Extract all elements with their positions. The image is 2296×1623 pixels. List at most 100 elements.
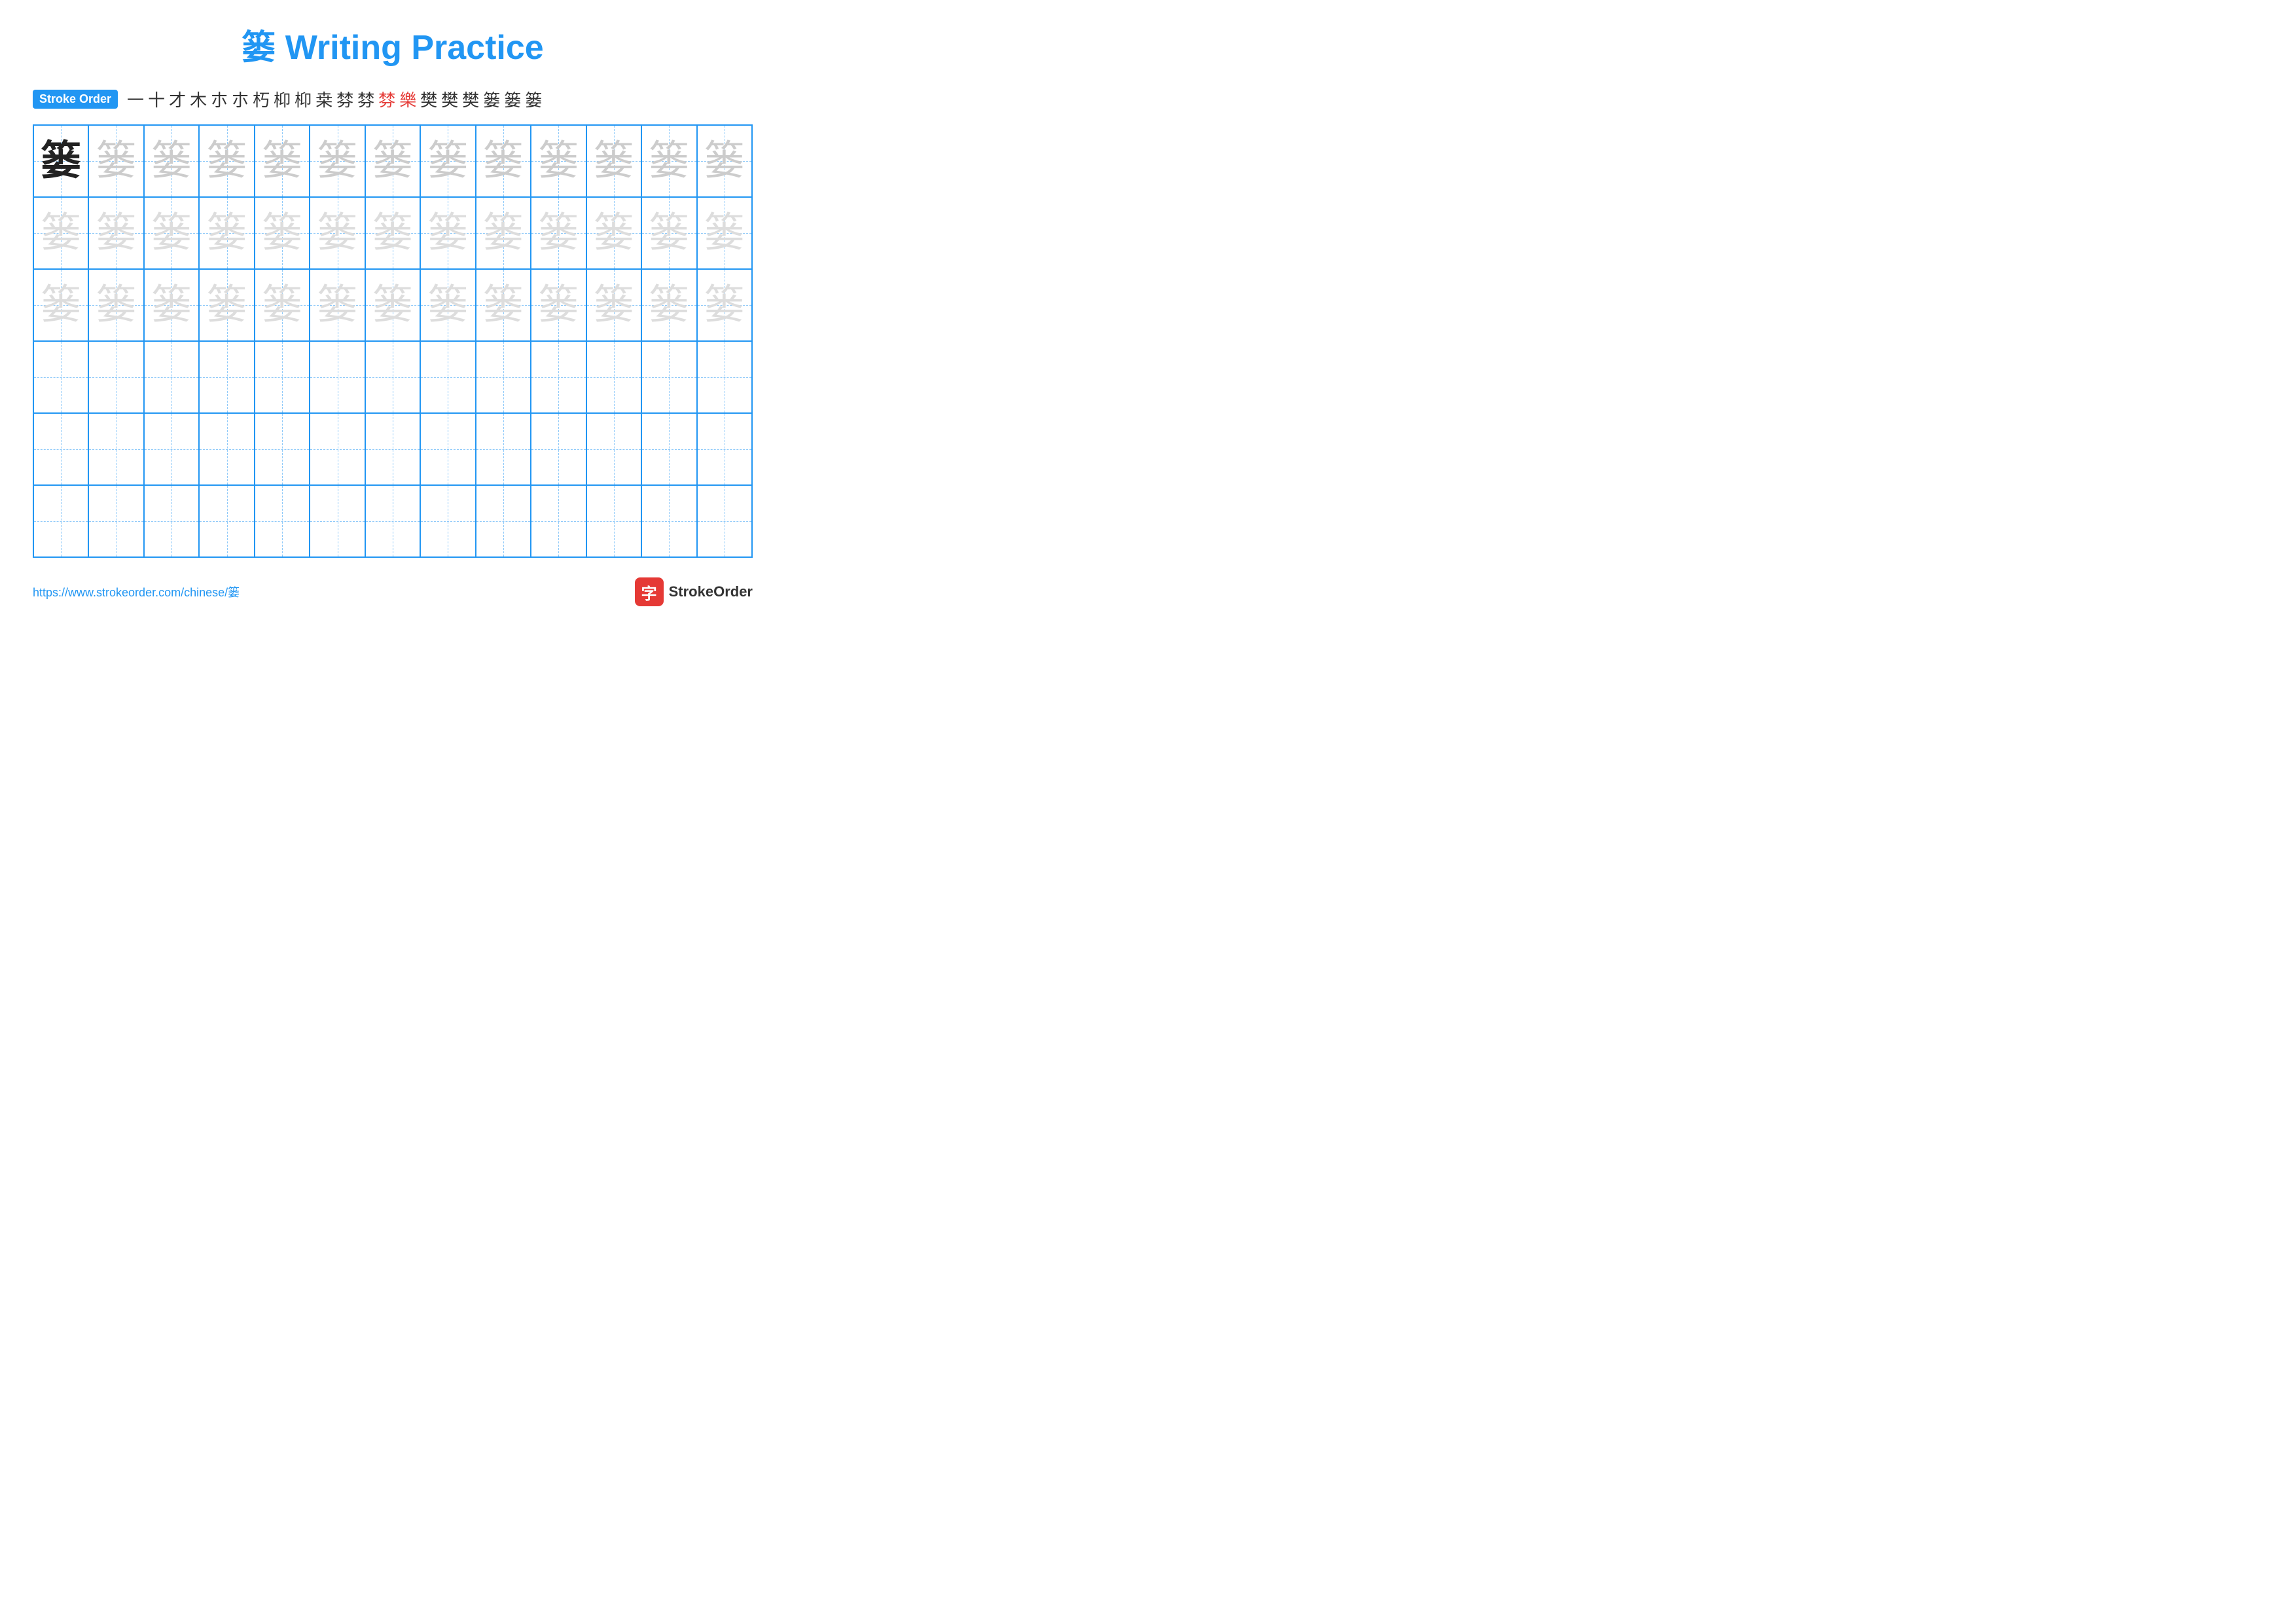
grid-cell-r5-c3[interactable] bbox=[144, 413, 199, 485]
grid-cell-r1-c11[interactable]: 篓 bbox=[586, 125, 641, 197]
practice-char-guide: 篓 bbox=[96, 141, 137, 181]
footer-url[interactable]: https://www.strokeorder.com/chinese/篓 bbox=[33, 583, 240, 600]
stroke-17: 樊 bbox=[462, 87, 479, 111]
grid-cell-r1-c3[interactable]: 篓 bbox=[144, 125, 199, 197]
grid-cell-r4-c9[interactable] bbox=[476, 341, 531, 413]
grid-cell-r2-c12[interactable]: 篓 bbox=[641, 197, 696, 269]
practice-grid: 篓 篓 篓 篓 篓 篓 篓 篓 篓 篓 篓 篓 篓 篓 篓 篓 篓 篓 篓 篓 … bbox=[33, 124, 753, 558]
stroke-16: 樊 bbox=[441, 87, 458, 111]
stroke-6: 朩 bbox=[232, 87, 249, 111]
stroke-15: 樊 bbox=[420, 87, 437, 111]
grid-cell-r6-c10[interactable] bbox=[531, 485, 586, 557]
grid-cell-r1-c12[interactable]: 篓 bbox=[641, 125, 696, 197]
stroke-2: 十 bbox=[148, 87, 165, 111]
grid-cell-r3-c4[interactable]: 篓 bbox=[199, 269, 254, 341]
grid-cell-r4-c5[interactable] bbox=[255, 341, 310, 413]
grid-cell-r5-c12[interactable] bbox=[641, 413, 696, 485]
logo-char: 字 bbox=[641, 581, 657, 604]
title-section: 篓 Writing Practice bbox=[33, 20, 753, 69]
stroke-19: 篓 bbox=[504, 87, 521, 111]
grid-cell-r2-c7[interactable]: 篓 bbox=[365, 197, 420, 269]
strokeorder-logo-icon: 字 bbox=[635, 577, 664, 606]
grid-cell-r4-c10[interactable] bbox=[531, 341, 586, 413]
grid-cell-r2-c10[interactable]: 篓 bbox=[531, 197, 586, 269]
grid-cell-r3-c1[interactable]: 篓 bbox=[33, 269, 88, 341]
grid-cell-r6-c2[interactable] bbox=[88, 485, 143, 557]
grid-cell-r4-c6[interactable] bbox=[310, 341, 365, 413]
grid-cell-r2-c1[interactable]: 篓 bbox=[33, 197, 88, 269]
stroke-8: 枊 bbox=[274, 87, 291, 111]
grid-cell-r3-c7[interactable]: 篓 bbox=[365, 269, 420, 341]
grid-cell-r5-c4[interactable] bbox=[199, 413, 254, 485]
grid-cell-r6-c6[interactable] bbox=[310, 485, 365, 557]
grid-cell-r6-c5[interactable] bbox=[255, 485, 310, 557]
grid-cell-r3-c9[interactable]: 篓 bbox=[476, 269, 531, 341]
grid-cell-r3-c10[interactable]: 篓 bbox=[531, 269, 586, 341]
grid-cell-r6-c12[interactable] bbox=[641, 485, 696, 557]
grid-cell-r3-c13[interactable]: 篓 bbox=[697, 269, 752, 341]
grid-cell-r3-c8[interactable]: 篓 bbox=[420, 269, 475, 341]
grid-cell-r5-c6[interactable] bbox=[310, 413, 365, 485]
grid-cell-r6-c1[interactable] bbox=[33, 485, 88, 557]
grid-cell-r6-c7[interactable] bbox=[365, 485, 420, 557]
grid-cell-r3-c12[interactable]: 篓 bbox=[641, 269, 696, 341]
grid-cell-r1-c2[interactable]: 篓 bbox=[88, 125, 143, 197]
grid-cell-r5-c5[interactable] bbox=[255, 413, 310, 485]
grid-cell-r1-c4[interactable]: 篓 bbox=[199, 125, 254, 197]
grid-cell-r2-c6[interactable]: 篓 bbox=[310, 197, 365, 269]
grid-cell-r5-c7[interactable] bbox=[365, 413, 420, 485]
grid-cell-r3-c2[interactable]: 篓 bbox=[88, 269, 143, 341]
grid-cell-r6-c4[interactable] bbox=[199, 485, 254, 557]
grid-cell-r4-c13[interactable] bbox=[697, 341, 752, 413]
stroke-1: 一 bbox=[127, 87, 144, 111]
grid-cell-r1-c7[interactable]: 篓 bbox=[365, 125, 420, 197]
grid-cell-r1-c1[interactable]: 篓 bbox=[33, 125, 88, 197]
grid-cell-r5-c10[interactable] bbox=[531, 413, 586, 485]
grid-cell-r1-c10[interactable]: 篓 bbox=[531, 125, 586, 197]
grid-cell-r2-c5[interactable]: 篓 bbox=[255, 197, 310, 269]
stroke-4: 木 bbox=[190, 87, 207, 111]
grid-cell-r3-c3[interactable]: 篓 bbox=[144, 269, 199, 341]
grid-cell-r2-c2[interactable]: 篓 bbox=[88, 197, 143, 269]
grid-cell-r4-c1[interactable] bbox=[33, 341, 88, 413]
grid-cell-r1-c8[interactable]: 篓 bbox=[420, 125, 475, 197]
grid-cell-r6-c9[interactable] bbox=[476, 485, 531, 557]
grid-cell-r6-c11[interactable] bbox=[586, 485, 641, 557]
grid-cell-r5-c9[interactable] bbox=[476, 413, 531, 485]
grid-cell-r3-c5[interactable]: 篓 bbox=[255, 269, 310, 341]
grid-cell-r4-c7[interactable] bbox=[365, 341, 420, 413]
grid-cell-r2-c13[interactable]: 篓 bbox=[697, 197, 752, 269]
grid-cell-r4-c2[interactable] bbox=[88, 341, 143, 413]
practice-char-dark: 篓 bbox=[41, 141, 81, 181]
grid-cell-r4-c4[interactable] bbox=[199, 341, 254, 413]
grid-cell-r2-c8[interactable]: 篓 bbox=[420, 197, 475, 269]
grid-cell-r4-c12[interactable] bbox=[641, 341, 696, 413]
grid-cell-r2-c4[interactable]: 篓 bbox=[199, 197, 254, 269]
grid-cell-r1-c13[interactable]: 篓 bbox=[697, 125, 752, 197]
grid-cell-r3-c6[interactable]: 篓 bbox=[310, 269, 365, 341]
grid-cell-r5-c11[interactable] bbox=[586, 413, 641, 485]
grid-cell-r6-c13[interactable] bbox=[697, 485, 752, 557]
grid-cell-r4-c11[interactable] bbox=[586, 341, 641, 413]
grid-cell-r5-c2[interactable] bbox=[88, 413, 143, 485]
grid-cell-r3-c11[interactable]: 篓 bbox=[586, 269, 641, 341]
grid-cell-r5-c13[interactable] bbox=[697, 413, 752, 485]
stroke-13: 棼 bbox=[378, 87, 395, 111]
grid-cell-r1-c9[interactable]: 篓 bbox=[476, 125, 531, 197]
stroke-18: 篓 bbox=[483, 87, 500, 111]
grid-cell-r6-c3[interactable] bbox=[144, 485, 199, 557]
grid-cell-r5-c1[interactable] bbox=[33, 413, 88, 485]
footer: https://www.strokeorder.com/chinese/篓 字 … bbox=[33, 577, 753, 606]
title-text: Writing Practice bbox=[285, 29, 544, 67]
grid-cell-r4-c3[interactable] bbox=[144, 341, 199, 413]
grid-cell-r1-c6[interactable]: 篓 bbox=[310, 125, 365, 197]
stroke-3: 才 bbox=[169, 87, 186, 111]
stroke-9: 枊 bbox=[295, 87, 312, 111]
grid-cell-r1-c5[interactable]: 篓 bbox=[255, 125, 310, 197]
grid-cell-r2-c3[interactable]: 篓 bbox=[144, 197, 199, 269]
grid-cell-r6-c8[interactable] bbox=[420, 485, 475, 557]
grid-cell-r2-c11[interactable]: 篓 bbox=[586, 197, 641, 269]
grid-cell-r5-c8[interactable] bbox=[420, 413, 475, 485]
grid-cell-r4-c8[interactable] bbox=[420, 341, 475, 413]
grid-cell-r2-c9[interactable]: 篓 bbox=[476, 197, 531, 269]
